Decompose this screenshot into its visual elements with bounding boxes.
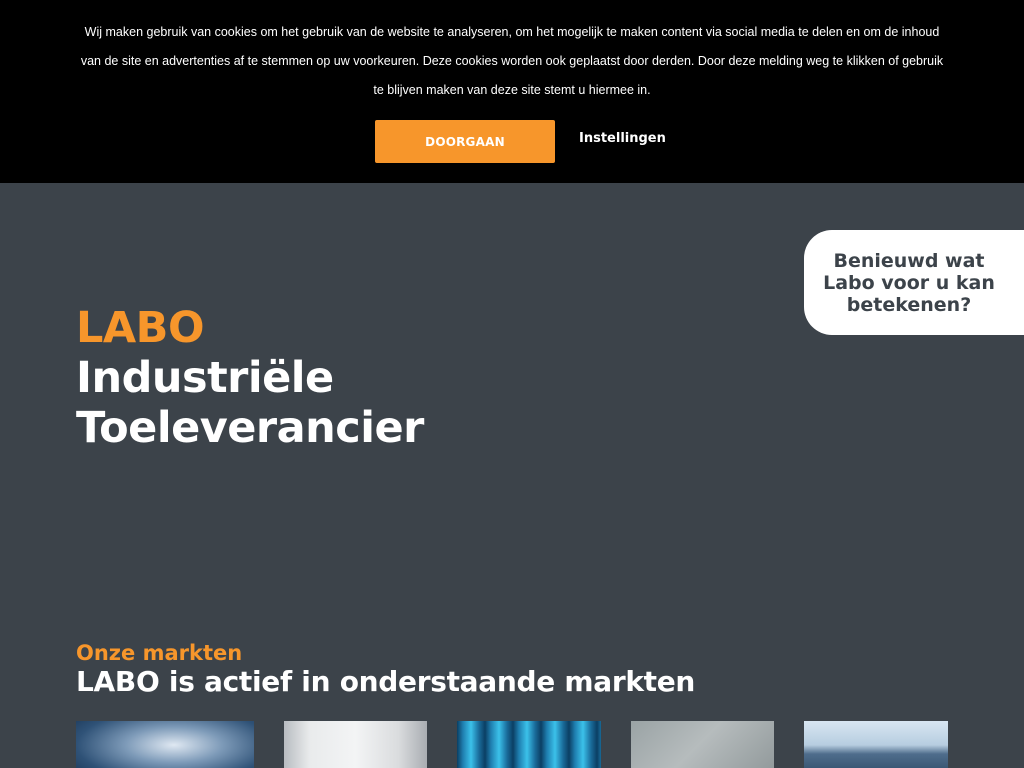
markets-kicker: Onze markten — [76, 641, 243, 665]
hero-title-line-2: Toeleverancier — [76, 403, 424, 453]
hero-brand: LABO — [76, 303, 205, 353]
market-tile-3[interactable] — [457, 721, 601, 768]
market-tile-2[interactable] — [284, 721, 427, 768]
cookie-message: Wij maken gebruik van cookies om het geb… — [56, 18, 968, 105]
market-tile-1[interactable] — [76, 721, 254, 768]
contact-cta-text: Benieuwd wat Labo voor u kan betekenen? — [823, 249, 995, 316]
markets-title: LABO is actief in onderstaande markten — [76, 665, 696, 698]
cookie-message-line-1: Wij maken gebruik van cookies om het geb… — [84, 25, 940, 39]
hero-title-line-1: Industriële — [76, 353, 334, 403]
cookie-settings-link[interactable]: Instellingen — [579, 131, 666, 146]
cookie-banner: Wij maken gebruik van cookies om het geb… — [0, 0, 1024, 183]
cookie-message-line-2: van de site en advertenties af te stemme… — [80, 54, 944, 68]
market-tile-4[interactable] — [631, 721, 774, 768]
market-tile-5[interactable] — [804, 721, 948, 768]
cookie-accept-button[interactable]: DOORGAAN — [375, 120, 555, 163]
cookie-message-line-3: te blijven maken van deze site stemt u h… — [373, 83, 651, 97]
contact-cta-bubble[interactable]: Benieuwd wat Labo voor u kan betekenen? — [804, 230, 1024, 335]
